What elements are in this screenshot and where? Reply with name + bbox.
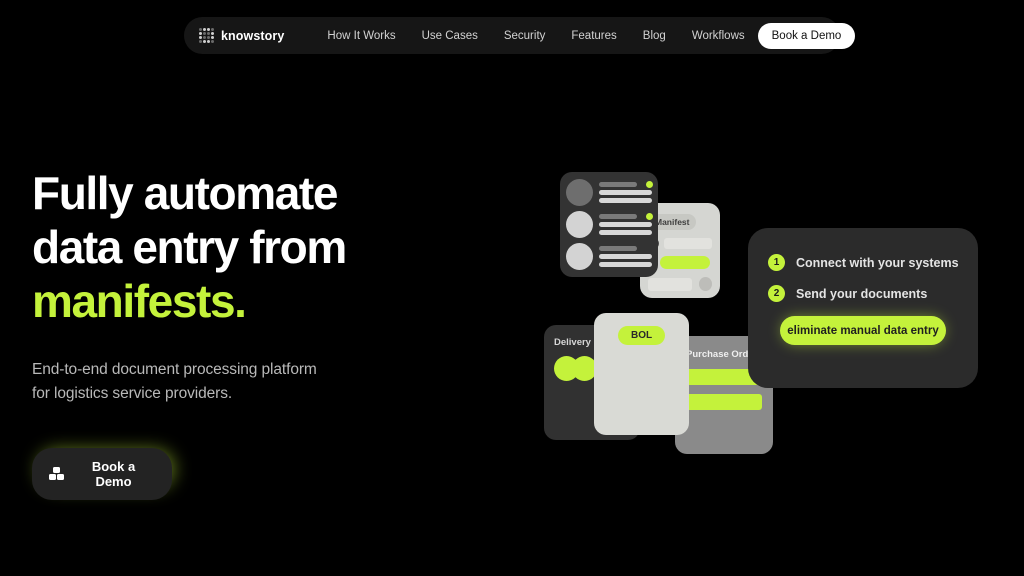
headline-line-1: Fully automate [32, 167, 338, 219]
headline-accent: manifests. [32, 275, 247, 327]
avatar [566, 179, 593, 206]
status-dot-icon [646, 212, 653, 220]
step-label: Connect with your systems [796, 255, 959, 270]
subtitle-line-2: for logistics service providers. [32, 385, 233, 402]
text-bars [599, 212, 653, 236]
step-number-badge: 2 [768, 285, 785, 302]
hero-subtitle: End-to-end document processing platform … [32, 358, 462, 406]
nav-link-features[interactable]: Features [558, 24, 629, 48]
navbar: knowstory How It Works Use Cases Securit… [184, 17, 856, 54]
highlight-bar [686, 394, 762, 410]
headline-line-2: data entry from [32, 221, 347, 273]
avatar [566, 243, 593, 270]
steps-panel: 1 Connect with your systems 2 Send your … [748, 228, 978, 388]
list-item [566, 179, 653, 206]
nav-links: How It Works Use Cases Security Features… [314, 24, 757, 48]
illustration-list-card [560, 172, 658, 277]
grid-dots-logo-icon [199, 28, 214, 43]
page-title: Fully automate data entry from manifests… [32, 166, 462, 328]
subtitle-line-1: End-to-end document processing platform [32, 361, 317, 378]
landing-page: knowstory How It Works Use Cases Securit… [0, 0, 1024, 576]
boxes-icon [49, 467, 64, 481]
hero-cta-label: Book a Demo [91, 459, 136, 489]
eliminate-manual-data-entry-button[interactable]: eliminate manual data entry [780, 316, 946, 345]
dot-icon [699, 277, 712, 291]
status-dot-icon [646, 180, 653, 188]
avatar [566, 211, 593, 238]
manifest-footer [648, 277, 712, 291]
nav-link-workflows[interactable]: Workflows [679, 24, 758, 48]
list-item [566, 243, 652, 270]
brand-name: knowstory [221, 28, 285, 43]
nav-link-use-cases[interactable]: Use Cases [409, 24, 491, 48]
highlight-bar [660, 256, 710, 269]
text-bars [599, 180, 653, 204]
illustration-bol-card: BOL [594, 313, 689, 435]
placeholder-bar [664, 238, 712, 249]
steps-cta-wrapper: eliminate manual data entry [768, 316, 958, 345]
step-number-badge: 1 [768, 254, 785, 271]
brand-logo[interactable]: knowstory [199, 28, 284, 43]
text-bars [599, 245, 652, 268]
step-item-2: 2 Send your documents [768, 285, 958, 302]
nav-link-security[interactable]: Security [491, 24, 559, 48]
nav-link-blog[interactable]: Blog [630, 24, 679, 48]
placeholder-bar [648, 277, 692, 291]
nav-book-demo-button[interactable]: Book a Demo [757, 22, 856, 49]
hero-book-demo-button[interactable]: Book a Demo [32, 448, 172, 500]
nav-link-how-it-works[interactable]: How It Works [314, 24, 408, 48]
bol-label: BOL [618, 326, 666, 345]
hero-illustration: Manifest Delivery BOL Purchase Order 1 C… [520, 150, 1010, 480]
hero-cta-wrapper: Book a Demo [32, 448, 174, 500]
step-label: Send your documents [796, 286, 928, 301]
list-item [566, 211, 653, 238]
step-item-1: 1 Connect with your systems [768, 254, 959, 271]
hero-section: Fully automate data entry from manifests… [32, 166, 462, 500]
